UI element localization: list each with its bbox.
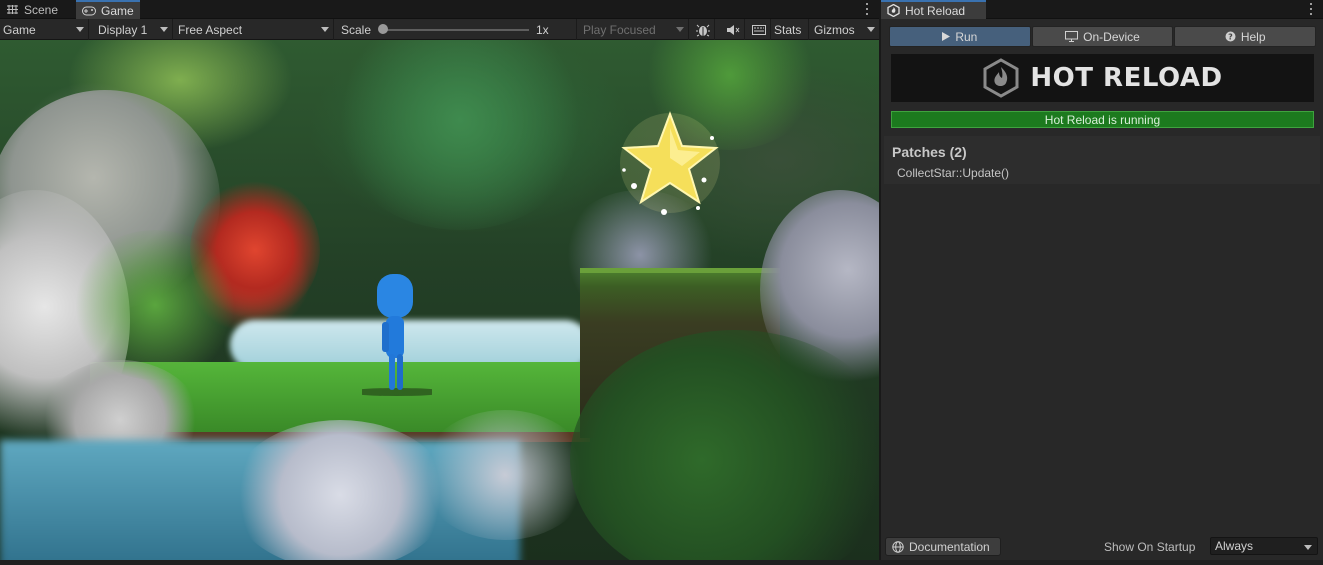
gizmos-dropdown[interactable]: Gizmos bbox=[811, 19, 879, 40]
stats-button[interactable]: Stats bbox=[771, 19, 809, 40]
left-panel-menu-icon[interactable] bbox=[862, 2, 872, 16]
stats-label: Stats bbox=[774, 22, 802, 37]
scale-slider-handle[interactable] bbox=[378, 24, 388, 34]
show-on-startup-dropdown[interactable]: Always bbox=[1210, 537, 1318, 555]
on-device-button-label: On-Device bbox=[1083, 29, 1140, 44]
keyboard-icon bbox=[751, 24, 766, 35]
play-icon bbox=[942, 32, 951, 41]
gamepad-icon bbox=[82, 6, 96, 15]
run-button[interactable]: Run bbox=[889, 26, 1031, 47]
tab-hot-reload-label: Hot Reload bbox=[905, 3, 966, 18]
game-viewport[interactable] bbox=[0, 40, 879, 560]
bg-foliage bbox=[330, 40, 590, 230]
right-tab-bar: Hot Reload bbox=[881, 0, 1323, 19]
run-button-label: Run bbox=[955, 29, 978, 44]
play-mode-dropdown[interactable]: Play Focused bbox=[580, 19, 689, 40]
chevron-down-icon bbox=[676, 27, 684, 32]
game-panel: Scene Game Game Display 1 Free Aspect Sc… bbox=[0, 0, 879, 560]
aspect-dropdown[interactable]: Free Aspect bbox=[175, 19, 334, 40]
fg-stone bbox=[420, 410, 590, 540]
hot-reload-logo-icon bbox=[887, 4, 900, 17]
chevron-down-icon bbox=[160, 27, 168, 32]
debug-bug-button[interactable] bbox=[691, 19, 715, 40]
chevron-down-icon bbox=[76, 27, 84, 32]
patches-section: Patches (2) CollectStar::Update() bbox=[884, 136, 1320, 184]
on-device-button[interactable]: On-Device bbox=[1031, 26, 1174, 47]
svg-text:?: ? bbox=[1228, 32, 1233, 41]
bug-icon bbox=[695, 24, 710, 36]
chevron-down-icon bbox=[1304, 545, 1312, 550]
chevron-down-icon bbox=[867, 27, 875, 32]
display-mode-dropdown[interactable]: Game bbox=[0, 19, 89, 40]
scale-value: 1x bbox=[533, 19, 573, 40]
chevron-down-icon bbox=[321, 27, 329, 32]
scale-label: Scale bbox=[341, 22, 372, 37]
hot-reload-footer: Documentation Show On Startup Always bbox=[881, 534, 1323, 560]
hot-reload-flame-logo-icon bbox=[983, 58, 1019, 98]
documentation-label: Documentation bbox=[909, 539, 990, 554]
player-character bbox=[362, 274, 432, 396]
hot-reload-banner: HOT RELOAD bbox=[891, 54, 1314, 102]
show-on-startup-label: Show On Startup bbox=[1104, 540, 1196, 554]
keyboard-shortcuts-button[interactable] bbox=[747, 19, 771, 40]
display-mode-value: Game bbox=[3, 22, 36, 37]
left-tab-bar: Scene Game bbox=[0, 0, 879, 19]
monitor-icon bbox=[1065, 31, 1079, 42]
status-badge: Hot Reload is running bbox=[891, 111, 1314, 128]
banner-title: HOT RELOAD bbox=[1030, 63, 1223, 93]
scene-grid-icon bbox=[7, 5, 18, 14]
display-dropdown[interactable]: Display 1 bbox=[95, 19, 173, 40]
audio-mute-icon bbox=[726, 24, 739, 35]
patches-title: Patches (2) bbox=[892, 144, 967, 160]
patch-list-item[interactable]: CollectStar::Update() bbox=[897, 166, 1009, 180]
display-value: Display 1 bbox=[98, 22, 148, 37]
documentation-button[interactable]: Documentation bbox=[885, 537, 1001, 556]
gizmos-label: Gizmos bbox=[814, 22, 855, 37]
play-mode-value: Play Focused bbox=[583, 22, 656, 37]
hot-reload-panel: Hot Reload Run On-Device ? Help HOT RELO… bbox=[881, 0, 1323, 560]
fg-stone bbox=[230, 420, 450, 560]
tab-scene-label: Scene bbox=[24, 2, 59, 17]
mute-audio-button[interactable] bbox=[721, 19, 745, 40]
globe-icon bbox=[892, 540, 904, 553]
hot-reload-action-bar: Run On-Device ? Help bbox=[889, 26, 1317, 47]
collectible-star bbox=[620, 111, 720, 215]
tab-hot-reload[interactable]: Hot Reload bbox=[881, 0, 986, 19]
tab-game-label: Game bbox=[101, 3, 134, 18]
tab-scene[interactable]: Scene bbox=[0, 0, 76, 19]
help-icon: ? bbox=[1225, 31, 1236, 42]
status-text: Hot Reload is running bbox=[1044, 112, 1161, 127]
editor-status-strip bbox=[0, 560, 1323, 565]
right-panel-menu-icon[interactable] bbox=[1306, 2, 1316, 16]
tab-game[interactable]: Game bbox=[76, 0, 140, 19]
show-on-startup-value: Always bbox=[1215, 539, 1254, 553]
game-toolbar: Game Display 1 Free Aspect Scale 1x Play… bbox=[0, 19, 879, 40]
help-button-label: Help bbox=[1240, 29, 1266, 44]
help-button[interactable]: ? Help bbox=[1174, 26, 1317, 47]
scale-value-text: 1x bbox=[536, 22, 549, 37]
aspect-value: Free Aspect bbox=[178, 22, 243, 37]
fg-foliage-left bbox=[70, 230, 240, 380]
scale-slider-track[interactable] bbox=[383, 29, 529, 31]
